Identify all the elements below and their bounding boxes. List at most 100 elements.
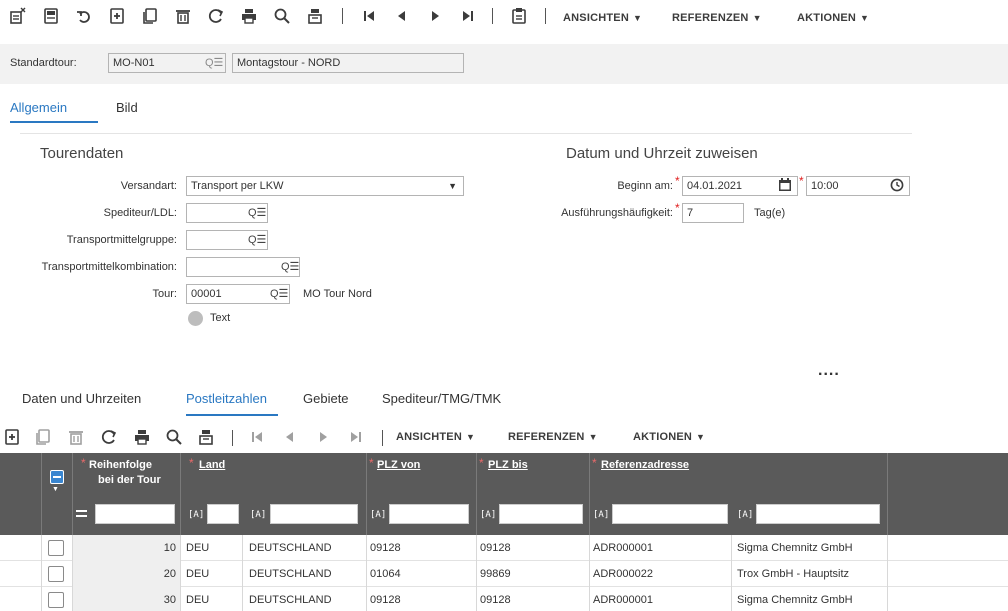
next-record-icon[interactable] bbox=[311, 425, 335, 449]
haeufigkeit-field[interactable]: 7 bbox=[682, 203, 744, 223]
divider bbox=[20, 133, 912, 134]
refresh-icon[interactable] bbox=[204, 4, 228, 28]
previous-record-icon[interactable] bbox=[390, 4, 414, 28]
filter-text-marker: [A] bbox=[370, 510, 387, 520]
main-tabs: Allgemein Bild bbox=[0, 84, 1008, 124]
undo-icon[interactable] bbox=[72, 4, 96, 28]
clock-icon[interactable] bbox=[890, 178, 904, 195]
menu-aktionen[interactable]: AKTIONEN ▼ bbox=[797, 12, 869, 24]
lookup-icon[interactable]: Q☰ bbox=[281, 260, 299, 273]
toolbar-separator bbox=[232, 430, 233, 446]
cell-plz-bis: 99869 bbox=[480, 568, 511, 580]
cell-plz-von: 01064 bbox=[370, 568, 401, 580]
text-label[interactable]: Text bbox=[210, 312, 230, 324]
select-all-toggle[interactable] bbox=[50, 470, 64, 484]
cell-plz-bis: 09128 bbox=[480, 594, 511, 606]
last-record-icon[interactable] bbox=[344, 425, 368, 449]
tab-gebiete[interactable]: Gebiete bbox=[303, 391, 349, 406]
header-cell-filler bbox=[887, 453, 1008, 535]
search-icon[interactable] bbox=[270, 4, 294, 28]
versandart-select[interactable]: Transport per LKW ▼ bbox=[186, 176, 464, 196]
table-row[interactable]: 10 DEU DEUTSCHLAND 09128 09128 ADR000001… bbox=[0, 535, 1008, 561]
filter-icon[interactable] bbox=[303, 4, 327, 28]
print-icon[interactable] bbox=[130, 425, 154, 449]
menu-label: AKTIONEN bbox=[797, 12, 857, 24]
previous-record-icon[interactable] bbox=[278, 425, 302, 449]
search-icon[interactable] bbox=[162, 425, 186, 449]
beginn-label: Beginn am: bbox=[617, 180, 673, 192]
table-row[interactable]: 30 DEU DEUTSCHLAND 09128 09128 ADR000001… bbox=[0, 587, 1008, 611]
equals-operator-icon[interactable] bbox=[76, 510, 87, 517]
lookup-icon[interactable]: Q☰ bbox=[248, 233, 266, 246]
tab-postleitzahlen[interactable]: Postleitzahlen bbox=[186, 391, 267, 406]
row-checkbox[interactable] bbox=[48, 592, 64, 608]
copy-icon[interactable] bbox=[31, 425, 55, 449]
versandart-label: Versandart: bbox=[120, 180, 177, 192]
clipboard-icon[interactable] bbox=[507, 4, 531, 28]
add-icon[interactable] bbox=[105, 4, 129, 28]
grid-menu-aktionen[interactable]: AKTIONEN ▼ bbox=[633, 431, 705, 443]
filter-reihenfolge[interactable] bbox=[95, 504, 175, 524]
grid-line bbox=[887, 535, 888, 611]
section-title-tourendaten: Tourendaten bbox=[40, 145, 124, 162]
first-record-icon[interactable] bbox=[245, 425, 269, 449]
add-icon[interactable] bbox=[0, 425, 24, 449]
tab-daten-uhrzeiten[interactable]: Daten und Uhrzeiten bbox=[22, 391, 141, 406]
table-row[interactable]: 20 DEU DEUTSCHLAND 01064 99869 ADR000022… bbox=[0, 561, 1008, 587]
last-record-icon[interactable] bbox=[456, 4, 480, 28]
tour-name: MO Tour Nord bbox=[303, 288, 372, 300]
row-checkbox[interactable] bbox=[48, 540, 64, 556]
grid-menu-ansichten[interactable]: ANSICHTEN ▼ bbox=[396, 431, 475, 443]
first-record-icon[interactable] bbox=[357, 4, 381, 28]
column-label-land: Land bbox=[199, 459, 226, 471]
grid-menu-referenzen[interactable]: REFERENZEN ▼ bbox=[508, 431, 598, 443]
caret-down-icon: ▼ bbox=[632, 13, 643, 23]
column-label-reihenfolge-1: Reihenfolge bbox=[89, 459, 152, 471]
caret-down-icon: ▼ bbox=[465, 432, 476, 442]
cell-referenzadresse: ADR000001 bbox=[593, 542, 653, 554]
menu-ansichten[interactable]: ANSICHTEN ▼ bbox=[563, 12, 642, 24]
sub-tabs: Daten und Uhrzeiten Postleitzahlen Gebie… bbox=[0, 384, 1008, 420]
filter-plz-bis[interactable] bbox=[499, 504, 583, 524]
refresh-icon[interactable] bbox=[97, 425, 121, 449]
next-record-icon[interactable] bbox=[423, 4, 447, 28]
description-field[interactable]: Montagstour - NORD bbox=[232, 53, 464, 73]
menu-referenzen[interactable]: REFERENZEN ▼ bbox=[672, 12, 762, 24]
menu-label: ANSICHTEN bbox=[396, 431, 462, 443]
grid-line bbox=[41, 535, 42, 611]
cell-referenzname: Trox GmbH - Hauptsitz bbox=[737, 568, 850, 580]
filter-land-code[interactable] bbox=[207, 504, 239, 524]
lookup-icon[interactable]: Q☰ bbox=[270, 287, 288, 300]
cell-land-code: DEU bbox=[186, 594, 210, 606]
delete-icon[interactable] bbox=[171, 4, 195, 28]
grid-line bbox=[72, 535, 73, 611]
toolbar-separator bbox=[382, 430, 383, 446]
new-record-icon[interactable] bbox=[6, 4, 30, 28]
cell-reihenfolge: 10 bbox=[163, 542, 176, 554]
cell-land: DEUTSCHLAND bbox=[249, 542, 332, 554]
copy-icon[interactable] bbox=[138, 4, 162, 28]
delete-icon[interactable] bbox=[64, 425, 88, 449]
chevron-down-icon[interactable]: ▼ bbox=[52, 486, 59, 493]
tab-spediteur-tmg-tmk[interactable]: Spediteur/TMG/TMK bbox=[382, 391, 501, 406]
grid-toolbar: ANSICHTEN ▼ REFERENZEN ▼ AKTIONEN ▼ bbox=[0, 422, 1008, 452]
filter-land-name[interactable] bbox=[270, 504, 358, 524]
tab-allgemein[interactable]: Allgemein bbox=[10, 100, 67, 115]
filter-referenzadresse[interactable] bbox=[612, 504, 728, 524]
save-icon[interactable] bbox=[39, 4, 63, 28]
filter-icon[interactable] bbox=[194, 425, 218, 449]
required-marker: * bbox=[479, 456, 484, 470]
filter-plz-von[interactable] bbox=[389, 504, 469, 524]
filter-text-marker: [A] bbox=[250, 510, 267, 520]
print-icon[interactable] bbox=[237, 4, 261, 28]
toolbar-separator bbox=[492, 8, 493, 24]
row-checkbox[interactable] bbox=[48, 566, 64, 582]
calendar-icon[interactable] bbox=[778, 178, 792, 195]
tab-bild[interactable]: Bild bbox=[116, 100, 138, 115]
lookup-icon[interactable]: Q☰ bbox=[205, 56, 223, 69]
menu-label: AKTIONEN bbox=[633, 431, 693, 443]
menu-label: REFERENZEN bbox=[672, 12, 749, 24]
more-options[interactable]: .... bbox=[818, 362, 840, 380]
lookup-icon[interactable]: Q☰ bbox=[248, 206, 266, 219]
filter-referenzname[interactable] bbox=[756, 504, 880, 524]
